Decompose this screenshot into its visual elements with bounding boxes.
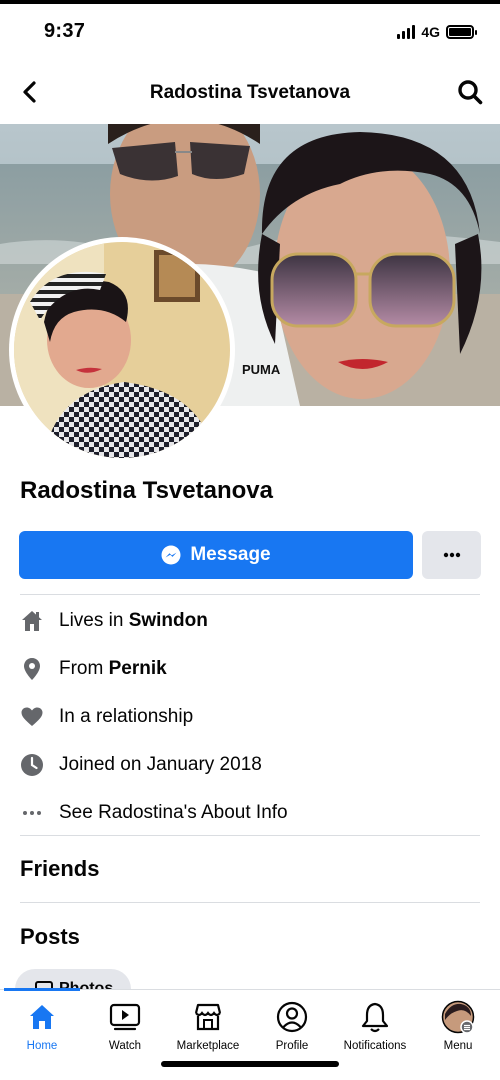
- profile-avatar[interactable]: [9, 237, 235, 463]
- marketplace-icon: [191, 1000, 225, 1034]
- tab-label: Watch: [108, 1040, 142, 1052]
- status-time: 9:37: [44, 20, 86, 42]
- joined-text: Joined on January 2018: [59, 754, 262, 775]
- page-title: Radostina Tsvetanova: [149, 82, 351, 103]
- network-type: 4G: [421, 24, 440, 40]
- tab-label: Notifications: [343, 1040, 407, 1052]
- info-from: From Pernik: [20, 654, 480, 684]
- active-tab-indicator: [4, 988, 80, 991]
- signal-icon: [397, 25, 416, 39]
- top-edge: [0, 0, 500, 4]
- messenger-icon: [161, 545, 181, 565]
- from-city[interactable]: Pernik: [109, 658, 167, 679]
- tab-label: Home: [26, 1040, 58, 1052]
- posts-section-title: Posts: [20, 924, 80, 949]
- message-button[interactable]: Message: [19, 531, 413, 579]
- lives-in-city[interactable]: Swindon: [129, 610, 208, 631]
- location-pin-icon: [20, 657, 44, 681]
- ellipsis-icon: [20, 801, 44, 825]
- tab-menu[interactable]: Menu: [413, 1000, 500, 1052]
- watch-icon: [108, 1000, 142, 1034]
- see-about-info-link[interactable]: See Radostina's About Info: [20, 798, 480, 828]
- tab-marketplace[interactable]: Marketplace: [163, 1000, 253, 1052]
- tab-notifications[interactable]: Notifications: [330, 1000, 420, 1052]
- profile-icon: [275, 1000, 309, 1034]
- battery-icon: [446, 25, 477, 39]
- info-lives-in: Lives in Swindon: [20, 606, 480, 636]
- tab-label: Profile: [275, 1040, 309, 1052]
- lives-in-prefix: Lives in: [59, 610, 129, 631]
- info-joined: Joined on January 2018: [20, 750, 480, 780]
- tab-home[interactable]: Home: [0, 1000, 87, 1052]
- status-indicators: 4G: [397, 24, 477, 40]
- more-icon: [443, 552, 460, 558]
- home-icon: [20, 609, 44, 633]
- divider: [20, 902, 480, 903]
- divider: [20, 594, 480, 595]
- avatar: [14, 242, 230, 458]
- tab-profile[interactable]: Profile: [247, 1000, 337, 1052]
- heart-icon: [20, 705, 44, 729]
- friends-section-title[interactable]: Friends: [20, 856, 99, 882]
- divider: [20, 835, 480, 836]
- tab-label: Marketplace: [176, 1040, 240, 1052]
- relationship-text: In a relationship: [59, 706, 194, 727]
- avatar-image: [14, 242, 230, 458]
- nav-header: Radostina Tsvetanova: [0, 64, 500, 122]
- clock-icon: [20, 753, 44, 777]
- home-indicator: [161, 1061, 339, 1067]
- from-prefix: From: [59, 658, 109, 679]
- cover-brand-text: PUMA: [242, 362, 281, 377]
- home-icon: [25, 1000, 59, 1034]
- more-options-button[interactable]: [422, 531, 481, 579]
- menu-avatar-icon: [441, 1000, 475, 1034]
- tab-watch[interactable]: Watch: [80, 1000, 170, 1052]
- profile-name: Radostina Tsvetanova: [20, 477, 273, 504]
- message-button-label: Message: [190, 544, 271, 565]
- search-icon: [458, 80, 483, 105]
- search-button[interactable]: [454, 76, 486, 108]
- bell-icon: [358, 1000, 392, 1034]
- status-bar: 9:37 4G: [0, 0, 500, 60]
- see-about-text: See Radostina's About Info: [59, 802, 288, 823]
- tab-label: Menu: [443, 1040, 473, 1052]
- info-relationship: In a relationship: [20, 702, 480, 732]
